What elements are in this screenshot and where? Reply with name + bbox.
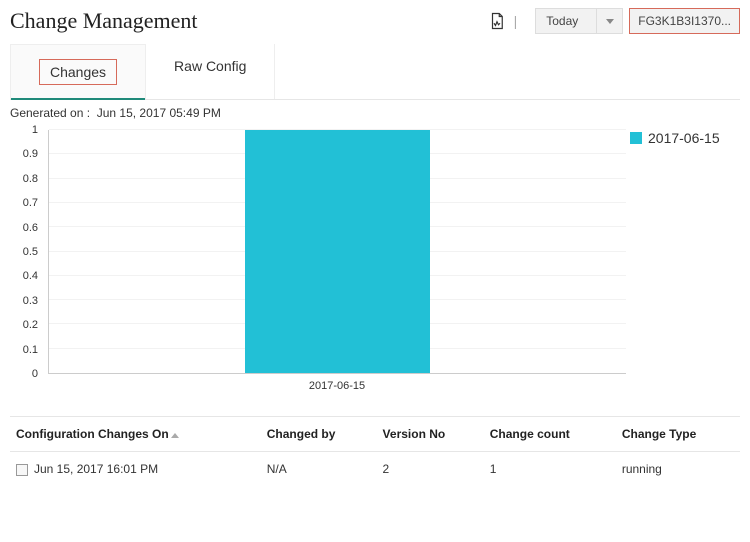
x-tick-label: 2017-06-15 — [309, 380, 365, 392]
chart-legend: 2017-06-15 — [630, 126, 740, 396]
sort-asc-icon — [171, 433, 179, 438]
y-tick-label: 0.2 — [23, 319, 38, 331]
document-icon — [16, 464, 28, 476]
y-tick-label: 0.9 — [23, 148, 38, 160]
legend-label: 2017-06-15 — [648, 130, 720, 146]
cell-change-count: 1 — [484, 452, 616, 487]
divider: | — [514, 13, 518, 29]
cell-changed-on: Jun 15, 2017 16:01 PM — [34, 462, 158, 476]
cell-changed-by: N/A — [261, 452, 377, 487]
bar-chart: 0 0.1 0.2 0.3 0.4 0.5 0.6 0.7 0.8 0.9 1 2017-06-15 — [10, 126, 630, 396]
pdf-export-icon[interactable] — [486, 10, 508, 32]
y-tick-label: 0.5 — [23, 246, 38, 258]
device-id-box[interactable]: FG3K1B3I1370... — [629, 8, 740, 34]
col-config-changes-on[interactable]: Configuration Changes On — [10, 417, 261, 452]
y-tick-label: 0.4 — [23, 270, 38, 282]
y-tick-label: 0.3 — [23, 295, 38, 307]
chart-bar[interactable] — [245, 130, 430, 373]
generated-timestamp: Generated on : Jun 15, 2017 05:49 PM — [0, 100, 750, 122]
cell-version-no: 2 — [377, 452, 484, 487]
y-tick-label: 0 — [32, 368, 38, 380]
tab-label: Raw Config — [174, 58, 246, 74]
y-tick-label: 0.1 — [23, 344, 38, 356]
y-tick-label: 0.6 — [23, 222, 38, 234]
y-tick-label: 0.7 — [23, 197, 38, 209]
table-row[interactable]: Jun 15, 2017 16:01 PM N/A21running — [10, 452, 740, 487]
tab-label: Changes — [39, 59, 117, 85]
col-change-count[interactable]: Change count — [484, 417, 616, 452]
page-title: Change Management — [10, 8, 198, 34]
date-range-dropdown[interactable]: Today — [535, 8, 623, 34]
tab-raw-config[interactable]: Raw Config — [146, 44, 275, 99]
chevron-down-icon — [596, 9, 622, 33]
col-change-type[interactable]: Change Type — [616, 417, 740, 452]
legend-swatch-icon — [630, 132, 642, 144]
legend-item: 2017-06-15 — [630, 130, 734, 146]
tab-bar: Changes Raw Config — [10, 44, 740, 100]
col-version-no[interactable]: Version No — [377, 417, 484, 452]
tab-changes[interactable]: Changes — [10, 44, 146, 99]
col-changed-by[interactable]: Changed by — [261, 417, 377, 452]
y-tick-label: 0.8 — [23, 173, 38, 185]
cell-change-type: running — [616, 452, 740, 487]
date-range-label: Today — [536, 14, 596, 28]
y-tick-label: 1 — [32, 124, 38, 136]
changes-table: Configuration Changes On Changed by Vers… — [10, 416, 740, 486]
